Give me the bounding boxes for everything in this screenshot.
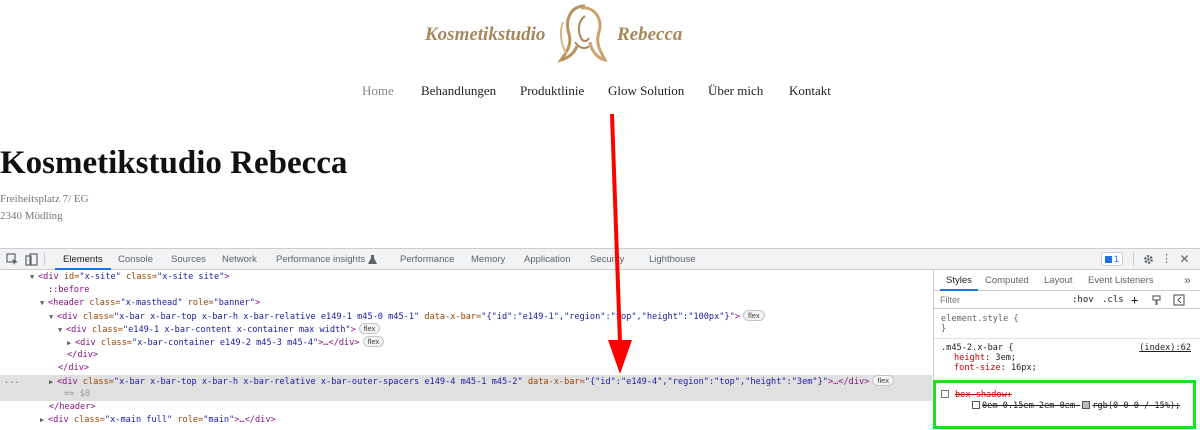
flex-badge[interactable]: flex bbox=[872, 375, 895, 386]
logo-text-left: Kosmetikstudio bbox=[425, 24, 546, 45]
rule-divider bbox=[934, 338, 1200, 339]
element-style-rule[interactable]: element.style { } bbox=[934, 314, 1200, 334]
nav-home[interactable]: Home bbox=[362, 83, 394, 99]
more-tabs-icon[interactable]: » bbox=[1184, 270, 1191, 291]
dom-node-x-bar-selected[interactable]: ... ▶ <div class="x-bar x-bar-top x-bar-h… bbox=[0, 375, 932, 388]
tab-event-listeners[interactable]: Event Listeners bbox=[1088, 270, 1153, 291]
dom-close-div[interactable]: </div> bbox=[0, 349, 932, 362]
address-line-street: Freiheitsplatz 7/ EG bbox=[0, 193, 89, 205]
nav-glow-solution[interactable]: Glow Solution bbox=[608, 83, 684, 99]
flex-badge[interactable]: flex bbox=[743, 310, 765, 321]
issues-badge[interactable]: 1 bbox=[1101, 252, 1124, 266]
dom-node-header[interactable]: ▼ <header class="x-masthead" role="banner… bbox=[0, 297, 932, 310]
hover-state-toggle[interactable]: :hov bbox=[1072, 293, 1094, 307]
tab-memory[interactable]: Memory bbox=[471, 249, 505, 270]
page-heading: Kosmetikstudio Rebecca bbox=[0, 145, 348, 181]
tab-sources[interactable]: Sources bbox=[171, 249, 206, 270]
tab-application[interactable]: Application bbox=[524, 249, 570, 270]
dom-node-site[interactable]: ▼ <div id="x-site" class="x-site site"> bbox=[0, 271, 932, 284]
dom-close-header[interactable]: </header> bbox=[0, 401, 932, 414]
tab-console[interactable]: Console bbox=[118, 249, 153, 270]
tab-performance[interactable]: Performance bbox=[400, 249, 454, 270]
dom-node-before[interactable]: ::before bbox=[0, 284, 932, 297]
dom-selected-ref: == $0 bbox=[0, 388, 932, 401]
tab-separator bbox=[44, 253, 45, 266]
new-rule-plus-icon[interactable]: + bbox=[1131, 293, 1138, 307]
css-declaration-font-size[interactable]: font-size: 16px; bbox=[934, 363, 1200, 373]
close-icon[interactable]: ✕ bbox=[1178, 253, 1191, 266]
css-declaration-height[interactable]: height: 3em; bbox=[934, 353, 1200, 363]
more-options-icon[interactable]: ⋮ bbox=[1160, 253, 1173, 266]
gear-icon[interactable] bbox=[1142, 253, 1155, 266]
woman-face-logo-icon bbox=[557, 4, 607, 63]
issues-count: 1 bbox=[1114, 254, 1120, 264]
dom-node-main[interactable]: ▶ <div class="x-main full" role="main">…<… bbox=[0, 414, 932, 427]
tab-elements[interactable]: Elements bbox=[55, 249, 111, 270]
experiment-flask-icon bbox=[368, 255, 377, 264]
red-annotation-arrow bbox=[608, 113, 632, 374]
device-toolbar-icon[interactable] bbox=[25, 253, 38, 266]
styles-filter-input[interactable] bbox=[940, 294, 1065, 306]
paint-brush-icon[interactable] bbox=[1151, 295, 1162, 306]
nav-behandlungen[interactable]: Behandlungen bbox=[421, 83, 496, 99]
tab-styles[interactable]: Styles bbox=[940, 270, 978, 291]
tab-network[interactable]: Network bbox=[222, 249, 257, 270]
issues-flag-icon bbox=[1105, 256, 1112, 263]
flex-badge[interactable]: flex bbox=[358, 323, 381, 334]
dom-tree: ▼ <div id="x-site" class="x-site site"> :… bbox=[0, 270, 932, 430]
styles-tabbar: Styles Computed Layout Event Listeners » bbox=[934, 270, 1200, 291]
node-actions-dots[interactable]: ... bbox=[4, 375, 20, 388]
toggle-sidebar-icon[interactable] bbox=[1173, 294, 1185, 306]
class-toggle[interactable]: .cls bbox=[1102, 293, 1124, 307]
tab-lighthouse[interactable]: Lighthouse bbox=[649, 249, 695, 270]
dom-node-bar-container[interactable]: ▶ <div class="x-bar-container e149-2 m45-… bbox=[0, 336, 932, 349]
tab-performance-insights[interactable]: Performance insights bbox=[276, 249, 365, 270]
flex-badge[interactable]: flex bbox=[362, 336, 385, 347]
styles-filter-row: :hov .cls + bbox=[934, 291, 1200, 309]
dom-close-div[interactable]: </div> bbox=[0, 362, 932, 375]
tab-layout[interactable]: Layout bbox=[1044, 270, 1073, 291]
tab-computed[interactable]: Computed bbox=[985, 270, 1029, 291]
site-logo[interactable]: Kosmetikstudio Rebecca bbox=[0, 0, 1200, 70]
nav-kontakt[interactable]: Kontakt bbox=[789, 83, 831, 99]
main-navigation: Home Behandlungen Produktlinie Glow Solu… bbox=[0, 83, 1200, 101]
nav-produktlinie[interactable]: Produktlinie bbox=[520, 83, 584, 99]
rule-selector: .m45-2.x-bar { bbox=[941, 343, 1014, 353]
dom-node-bar-content[interactable]: ▼ <div class="e149-1 x-bar-content x-cont… bbox=[0, 323, 932, 336]
logo-text-right: Rebecca bbox=[617, 24, 683, 45]
rule-source-link[interactable]: (index):62 bbox=[1139, 343, 1191, 353]
inspect-element-icon[interactable] bbox=[6, 253, 19, 266]
nav-ueber-mich[interactable]: Über mich bbox=[708, 83, 763, 99]
m45-2-x-bar-rule[interactable]: .m45-2.x-bar { (index):62 height: 3em; f… bbox=[934, 343, 1200, 373]
green-highlight-box bbox=[933, 380, 1196, 429]
tab-separator bbox=[1133, 253, 1134, 266]
address-line-city: 2340 Mödling bbox=[0, 210, 63, 222]
dom-node-x-bar-1[interactable]: ▼ <div class="x-bar x-bar-top x-bar-h x-b… bbox=[0, 310, 932, 323]
